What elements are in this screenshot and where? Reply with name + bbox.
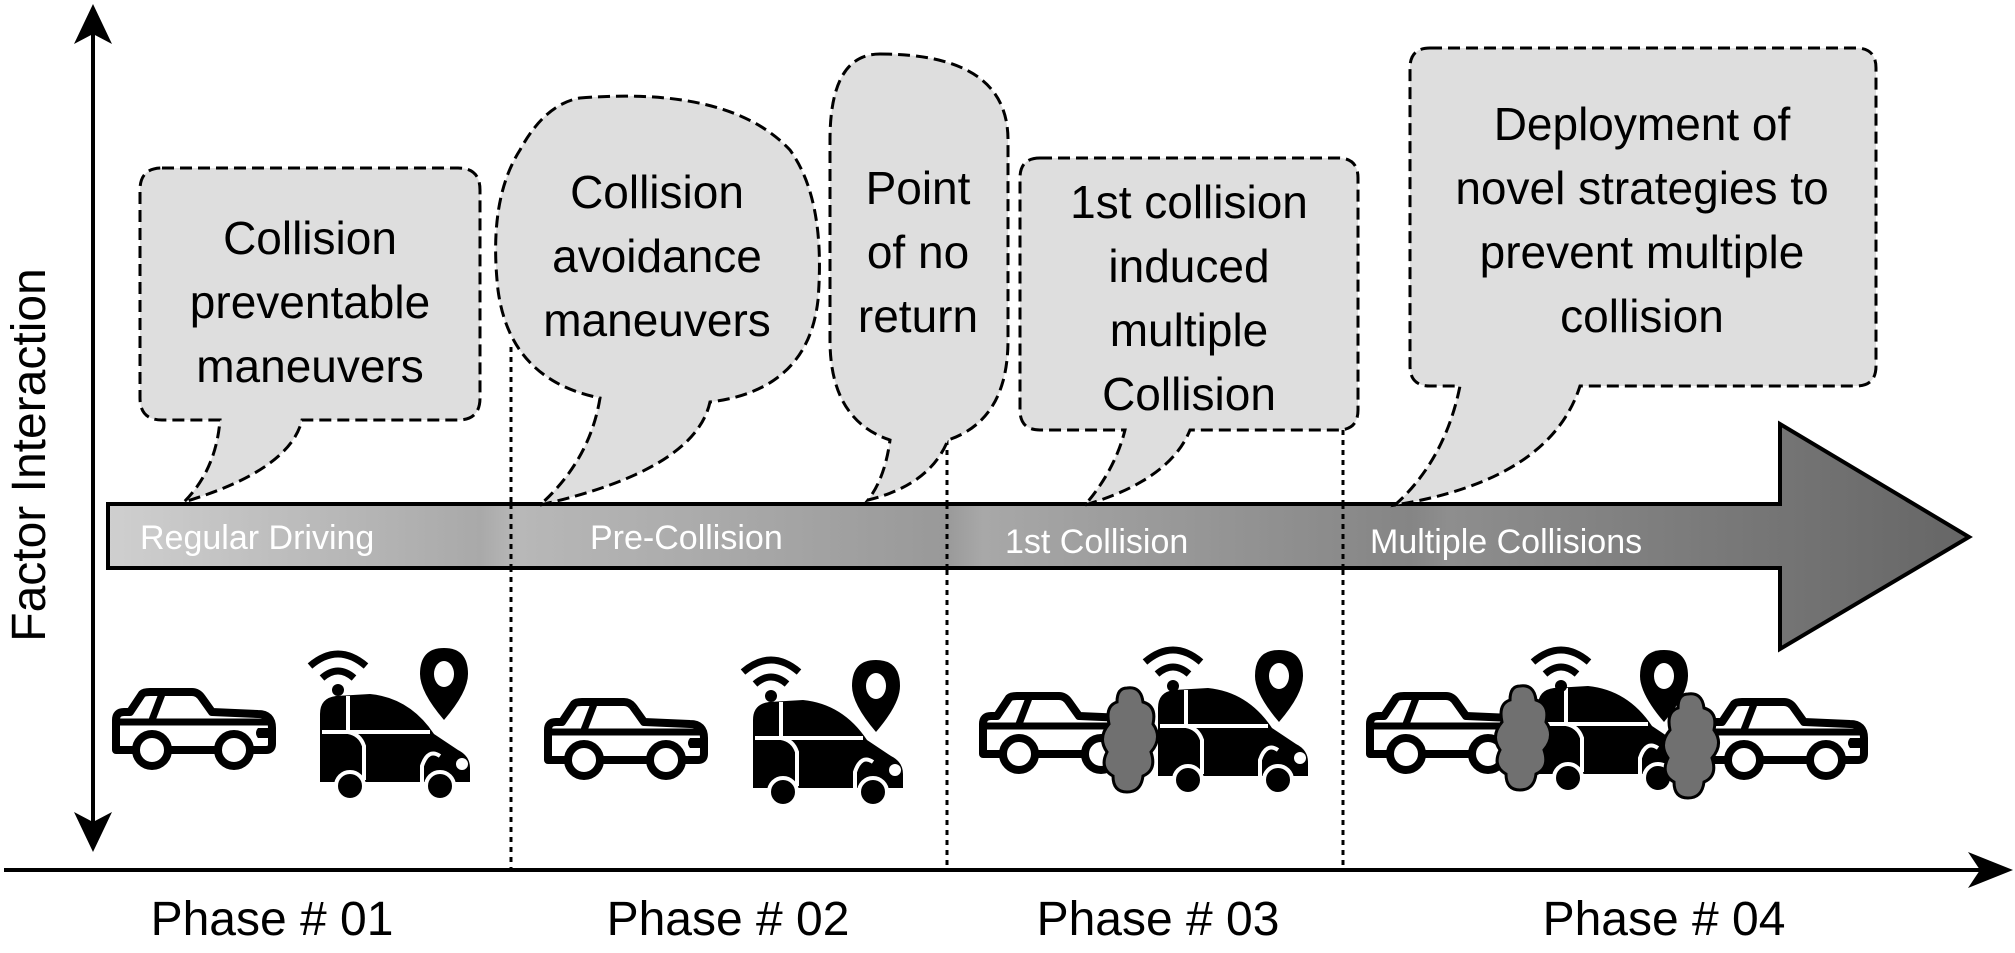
location-pin-icon [852, 660, 900, 732]
car-outline-icon [116, 692, 272, 766]
phase-label-02: Phase # 02 [607, 893, 850, 946]
phase4-scene [1370, 650, 1864, 800]
wifi-icon [310, 654, 366, 696]
callout-1st-collision-induced: 1st collision induced multiple Collision [1018, 156, 1360, 508]
callout-collision-preventable: Collision preventable maneuvers [138, 166, 482, 504]
phase-label-03: Phase # 03 [1037, 893, 1280, 946]
callout-text-line: collision [1560, 290, 1724, 342]
wifi-icon [1145, 650, 1201, 692]
callout-text-line: multiple [1110, 304, 1269, 356]
car-outline-icon [548, 702, 704, 776]
callout-text-line: of no [867, 226, 969, 278]
callout-text-line: Collision [570, 166, 744, 218]
callout-text-line: 1st collision [1070, 176, 1308, 228]
callout-text-line: Collision [1102, 368, 1276, 420]
y-axis-label: Factor Interaction [3, 268, 56, 642]
band-label-1st-collision: 1st Collision [1005, 523, 1188, 561]
callout-text-line: preventable [190, 276, 430, 328]
smoke-cloud-icon [1100, 686, 1160, 794]
phase2-scene [548, 660, 905, 808]
factor-interaction-diagram: Factor Interaction Regular Driving Pre-C… [0, 0, 2015, 953]
phase1-scene [116, 648, 472, 802]
callout-text-line: Point [866, 162, 971, 214]
callout-text-line: prevent multiple [1480, 226, 1805, 278]
callout-collision-avoidance: Collision avoidance maneuvers [494, 94, 821, 508]
location-pin-icon [1255, 650, 1303, 722]
car-outline-icon [1708, 702, 1864, 776]
phase-label-04: Phase # 04 [1543, 893, 1786, 946]
callout-text-line: avoidance [552, 230, 762, 282]
y-axis [74, 4, 112, 852]
band-label-regular-driving: Regular Driving [140, 519, 374, 557]
x-axis [4, 852, 2013, 888]
smoke-cloud-icon [1493, 684, 1553, 792]
wifi-icon [743, 660, 799, 702]
wifi-icon [1533, 650, 1589, 692]
callout-point-of-no-return: Point of no return [828, 52, 1010, 503]
callout-text-line: maneuvers [543, 294, 771, 346]
callout-text-line: induced [1108, 240, 1269, 292]
band-label-pre-collision: Pre-Collision [590, 519, 783, 557]
band-label-multiple-collisions: Multiple Collisions [1370, 523, 1642, 561]
phase-label-01: Phase # 01 [151, 893, 394, 946]
location-pin-icon [420, 648, 468, 720]
callout-text-line: Deployment of [1494, 98, 1791, 150]
callout-text-line: maneuvers [196, 340, 424, 392]
callout-text-line: novel strategies to [1455, 162, 1828, 214]
callout-text-line: return [858, 290, 978, 342]
phase3-scene [983, 650, 1310, 796]
callout-text-line: Collision [223, 212, 397, 264]
